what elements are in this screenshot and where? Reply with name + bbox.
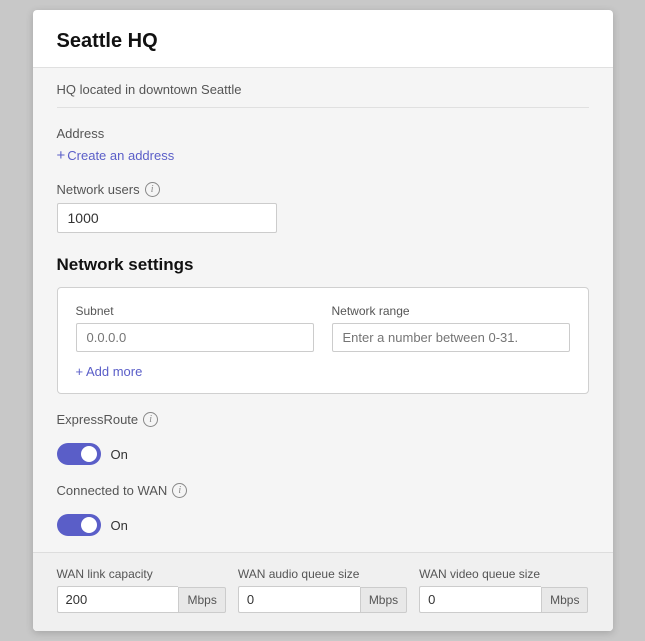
network-users-help-icon: i: [145, 182, 160, 197]
subnet-label: Subnet: [76, 304, 314, 318]
connected-wan-toggle[interactable]: [57, 514, 101, 536]
main-card: Seattle HQ HQ located in downtown Seattl…: [33, 10, 613, 631]
network-range-label: Network range: [332, 304, 570, 318]
wan-audio-queue-unit: Mbps: [360, 587, 407, 613]
address-section: Address + Create an address: [57, 126, 589, 164]
connected-wan-label: Connected to WAN i: [57, 483, 589, 498]
page-title: Seattle HQ: [57, 30, 589, 53]
wan-video-queue-label: WAN video queue size: [419, 567, 588, 581]
wan-link-capacity-input[interactable]: [57, 586, 179, 613]
expressroute-help-icon: i: [143, 412, 158, 427]
expressroute-toggle-row: On: [57, 443, 589, 465]
wan-link-capacity-unit: Mbps: [178, 587, 225, 613]
connected-wan-help-icon: i: [172, 483, 187, 498]
card-body: HQ located in downtown Seattle Address +…: [33, 68, 613, 631]
connected-wan-status: On: [111, 518, 128, 533]
network-range-col: Network range: [332, 304, 570, 352]
plus-icon: +: [57, 147, 66, 164]
wan-link-capacity-input-row: Mbps: [57, 586, 226, 613]
add-more-link[interactable]: + Add more: [76, 364, 143, 379]
expressroute-section: ExpressRoute i On: [57, 412, 589, 465]
subtitle: HQ located in downtown Seattle: [57, 68, 589, 108]
create-address-link[interactable]: + Create an address: [57, 147, 175, 164]
connected-wan-section: Connected to WAN i On: [57, 483, 589, 536]
wan-video-queue-input-row: Mbps: [419, 586, 588, 613]
subnet-col: Subnet: [76, 304, 314, 352]
wan-video-queue-unit: Mbps: [541, 587, 588, 613]
wan-link-capacity-col: WAN link capacity Mbps: [57, 567, 226, 613]
expressroute-status: On: [111, 447, 128, 462]
wan-link-capacity-label: WAN link capacity: [57, 567, 226, 581]
wan-video-queue-input[interactable]: [419, 586, 541, 613]
wan-section: WAN link capacity Mbps WAN audio queue s…: [33, 552, 613, 631]
card-header: Seattle HQ: [33, 10, 613, 68]
wan-audio-queue-input[interactable]: [238, 586, 360, 613]
wan-audio-queue-label: WAN audio queue size: [238, 567, 407, 581]
network-settings-heading: Network settings: [57, 255, 589, 275]
connected-wan-toggle-row: On: [57, 514, 589, 536]
expressroute-toggle[interactable]: [57, 443, 101, 465]
wan-row: WAN link capacity Mbps WAN audio queue s…: [57, 567, 589, 613]
network-users-section: Network users i: [57, 182, 589, 233]
network-range-input[interactable]: [332, 323, 570, 352]
subnet-input[interactable]: [76, 323, 314, 352]
network-settings-box: Subnet Network range + Add more: [57, 287, 589, 394]
subnet-range-row: Subnet Network range: [76, 304, 570, 352]
wan-audio-queue-col: WAN audio queue size Mbps: [238, 567, 407, 613]
wan-audio-queue-input-row: Mbps: [238, 586, 407, 613]
wan-video-queue-col: WAN video queue size Mbps: [419, 567, 588, 613]
expressroute-label: ExpressRoute i: [57, 412, 589, 427]
address-label: Address: [57, 126, 589, 141]
network-users-input[interactable]: [57, 203, 277, 233]
network-users-label: Network users i: [57, 182, 589, 197]
